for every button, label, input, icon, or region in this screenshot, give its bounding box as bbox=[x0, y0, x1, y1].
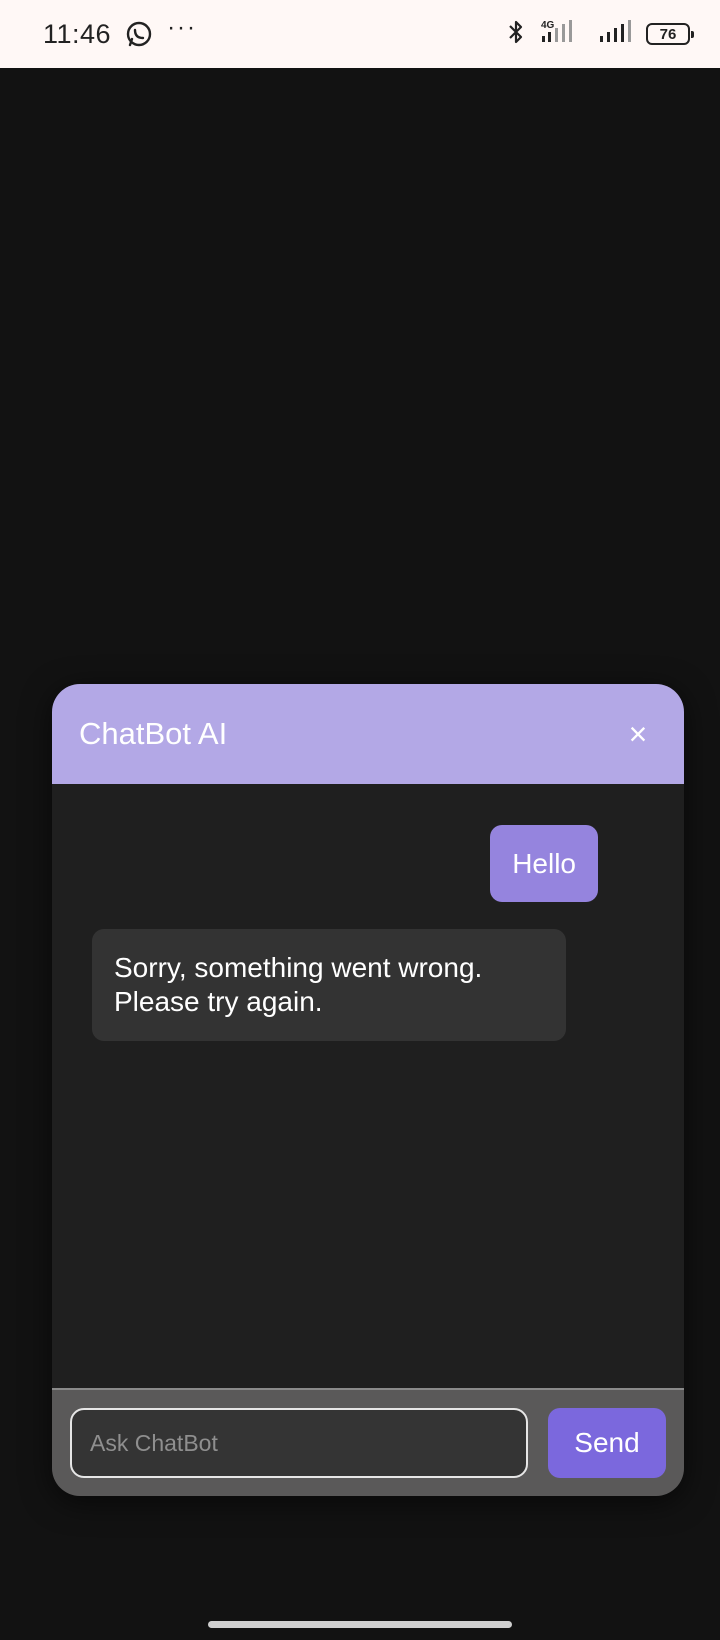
status-icons: 4G 76 bbox=[506, 18, 694, 51]
input-bar: Send bbox=[52, 1388, 684, 1496]
signal-4g-icon: 4G bbox=[538, 18, 586, 51]
chat-header: ChatBot AI × bbox=[52, 684, 684, 784]
close-button[interactable]: × bbox=[618, 714, 658, 754]
network-type-label: 4G bbox=[541, 20, 555, 31]
bot-message-bubble: Sorry, something went wrong. Please try … bbox=[92, 929, 566, 1041]
chat-title: ChatBot AI bbox=[79, 716, 228, 751]
message-list[interactable]: Hello Sorry, something went wrong. Pleas… bbox=[52, 784, 684, 1386]
home-indicator[interactable] bbox=[208, 1621, 512, 1628]
bluetooth-icon bbox=[506, 18, 526, 51]
battery-icon: 76 bbox=[646, 23, 694, 45]
close-icon: × bbox=[628, 715, 648, 752]
whatsapp-icon bbox=[125, 20, 153, 48]
chat-input[interactable] bbox=[70, 1408, 528, 1478]
send-button[interactable]: Send bbox=[548, 1408, 666, 1478]
more-notifications-icon: ··· bbox=[167, 14, 198, 41]
battery-level: 76 bbox=[659, 25, 677, 43]
status-bar: 11:46 ··· 4G 76 bbox=[0, 0, 720, 68]
status-time: 11:46 bbox=[43, 18, 112, 49]
signal-icon bbox=[598, 18, 634, 51]
user-message-bubble: Hello bbox=[490, 825, 598, 902]
chat-panel: ChatBot AI × Hello Sorry, something went… bbox=[52, 684, 684, 1496]
